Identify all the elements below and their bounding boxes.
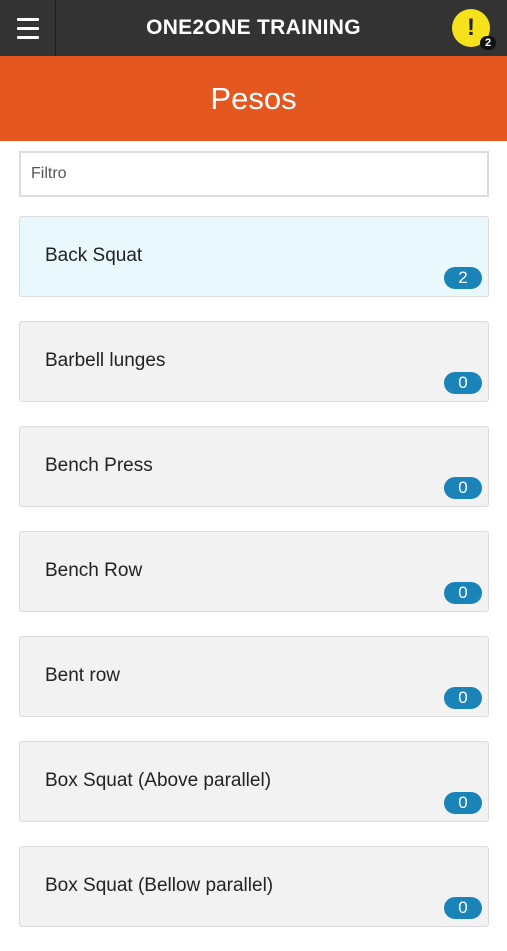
list-item[interactable]: Bench Press 0 bbox=[19, 426, 489, 507]
count-badge: 0 bbox=[444, 792, 482, 814]
hamburger-line bbox=[16, 35, 39, 39]
item-label: Back Squat bbox=[45, 245, 143, 266]
count-badge: 0 bbox=[444, 372, 482, 394]
top-bar: ONE2ONE TRAINING ! 2 bbox=[0, 0, 507, 56]
item-label: Box Squat (Bellow parallel) bbox=[45, 875, 274, 896]
list-item[interactable]: Box Squat (Above parallel) 0 bbox=[19, 741, 489, 822]
count-badge: 0 bbox=[444, 582, 482, 604]
app-title: ONE2ONE TRAINING bbox=[146, 16, 361, 39]
hamburger-line bbox=[16, 26, 39, 30]
filter-input[interactable] bbox=[21, 153, 487, 195]
list-item[interactable]: Back Squat 2 bbox=[19, 216, 489, 297]
list-item[interactable]: Bench Row 0 bbox=[19, 531, 489, 612]
alert-button[interactable]: ! 2 bbox=[452, 9, 496, 50]
item-label: Bent row bbox=[45, 665, 120, 686]
filter-field bbox=[19, 151, 489, 197]
count-badge: 0 bbox=[444, 897, 482, 919]
list-item[interactable]: Bent row 0 bbox=[19, 636, 489, 717]
list-item[interactable]: Barbell lunges 0 bbox=[19, 321, 489, 402]
item-label: Barbell lunges bbox=[45, 350, 166, 371]
page-title: Pesos bbox=[0, 56, 507, 141]
exclamation-icon: ! bbox=[467, 14, 475, 41]
list-item[interactable]: Box Squat (Bellow parallel) 0 bbox=[19, 846, 489, 927]
count-badge: 0 bbox=[444, 687, 482, 709]
exercise-list: Back Squat 2 Barbell lunges 0 Bench Pres… bbox=[19, 216, 489, 951]
alert-count-badge: 2 bbox=[480, 36, 496, 50]
count-badge: 0 bbox=[444, 477, 482, 499]
item-label: Bench Press bbox=[45, 455, 153, 476]
hamburger-line bbox=[16, 17, 39, 21]
hamburger-icon[interactable] bbox=[0, 0, 56, 56]
item-label: Bench Row bbox=[45, 560, 143, 581]
item-label: Box Squat (Above parallel) bbox=[45, 770, 272, 791]
count-badge: 2 bbox=[444, 267, 482, 289]
